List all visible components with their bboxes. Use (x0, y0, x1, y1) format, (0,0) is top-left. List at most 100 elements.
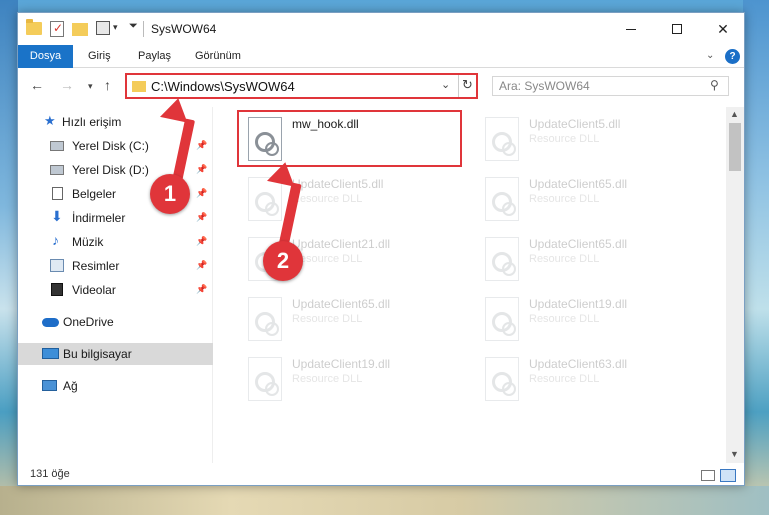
file-item[interactable]: UpdateClient65.dll Resource DLL (234, 291, 462, 351)
sidebar-item-label: Hızlı erişim (62, 115, 122, 129)
pin-icon[interactable]: 📌 (196, 140, 207, 151)
scroll-down-icon[interactable]: ▼ (730, 449, 739, 459)
sidebar-item-network[interactable]: Ağ (18, 375, 213, 397)
chevron-down-icon[interactable]: ⌄ (441, 78, 450, 91)
search-placeholder: Ara: SysWOW64 (499, 79, 590, 93)
file-description: Resource DLL (529, 313, 600, 325)
pin-icon[interactable]: 📌 (196, 260, 207, 271)
sidebar-item-music[interactable]: ♪ Müzik 📌 (18, 231, 213, 253)
file-name: UpdateClient65.dll (292, 297, 391, 311)
pin-icon[interactable]: 📌 (196, 188, 207, 199)
file-item[interactable]: UpdateClient5.dll Resource DLL (471, 111, 699, 171)
document-icon (52, 187, 63, 200)
file-name: UpdateClient65.dll (529, 237, 628, 251)
scroll-up-icon[interactable]: ▲ (730, 109, 739, 119)
film-icon (51, 283, 63, 296)
file-name: UpdateClient19.dll (529, 297, 628, 311)
folder-icon (132, 81, 146, 92)
file-item[interactable]: UpdateClient19.dll Resource DLL (471, 291, 699, 351)
file-name: UpdateClient21.dll (292, 237, 391, 251)
sidebar-item-downloads[interactable]: ⬇ İndirmeler 📌 (18, 207, 213, 229)
pin-icon[interactable]: 📌 (196, 212, 207, 223)
large-icons-view-icon[interactable] (720, 469, 736, 482)
download-icon: ⬇ (51, 208, 63, 224)
maximize-button[interactable] (654, 13, 700, 45)
pin-icon[interactable]: 📌 (196, 164, 207, 175)
search-input[interactable]: Ara: SysWOW64 ⚲ (492, 76, 729, 96)
sidebar-item-label: Müzik (72, 235, 104, 249)
sidebar-item-videos[interactable]: Videolar 📌 (18, 279, 213, 301)
sidebar-item-label: İndirmeler (72, 211, 126, 225)
ribbon-tabs: Dosya Giriş Paylaş Görünüm ⌄ ? (18, 45, 744, 68)
file-name: UpdateClient65.dll (529, 177, 628, 191)
tab-home[interactable]: Giriş (78, 45, 121, 68)
back-arrow-icon[interactable]: ← (30, 77, 44, 93)
sidebar-item-label: Yerel Disk (D:) (72, 163, 149, 177)
sidebar-item-label: Ağ (63, 379, 78, 393)
file-description: Resource DLL (529, 133, 600, 145)
dll-file-icon (248, 297, 282, 341)
file-item[interactable]: UpdateClient65.dll Resource DLL (471, 171, 699, 231)
file-name: UpdateClient5.dll (292, 177, 384, 191)
cloud-icon (42, 318, 59, 327)
pin-icon[interactable]: 📌 (196, 236, 207, 247)
sidebar-item-label: Bu bilgisayar (63, 347, 132, 361)
sidebar-item-label: Yerel Disk (C:) (72, 139, 149, 153)
pin-icon[interactable]: 📌 (196, 284, 207, 295)
file-description: Resource DLL (292, 193, 363, 205)
title-bar[interactable]: ▾ ⏷ SysWOW64 ✕ (18, 13, 744, 45)
desktop-background-right (743, 0, 769, 515)
details-view-icon[interactable] (701, 470, 715, 481)
tab-file[interactable]: Dosya (18, 45, 73, 68)
rename-icon[interactable] (96, 21, 110, 35)
step-badge-1: 1 (150, 174, 190, 214)
recent-locations-icon[interactable]: ▾ (88, 81, 93, 92)
sidebar-item-onedrive[interactable]: OneDrive (18, 311, 213, 333)
drive-icon (50, 141, 64, 151)
address-divider (458, 75, 459, 97)
sidebar-item-pictures[interactable]: Resimler 📌 (18, 255, 213, 277)
address-path[interactable]: C:\Windows\SysWOW64 (151, 79, 295, 94)
navigation-bar: ← → ▾ ↑ C:\Windows\SysWOW64 ⌄ ↻ Ara: Sys… (18, 69, 744, 103)
sidebar-item-label: OneDrive (63, 315, 114, 329)
file-item[interactable]: UpdateClient65.dll Resource DLL (471, 231, 699, 291)
desktop-background-bottom (0, 486, 769, 515)
dll-file-icon (485, 237, 519, 281)
new-folder-icon[interactable] (72, 23, 88, 36)
file-item[interactable]: UpdateClient19.dll Resource DLL (234, 351, 462, 411)
file-name: UpdateClient5.dll (529, 117, 621, 131)
tab-share[interactable]: Paylaş (128, 45, 181, 68)
properties-quick-access-icon[interactable] (50, 21, 64, 37)
file-description: Resource DLL (529, 193, 600, 205)
file-item[interactable]: UpdateClient63.dll Resource DLL (471, 351, 699, 411)
tab-view[interactable]: Görünüm (185, 45, 251, 68)
file-description: Resource DLL (529, 373, 600, 385)
file-description: Resource DLL (529, 253, 600, 265)
dll-file-icon (248, 357, 282, 401)
desktop-background-left (0, 0, 18, 515)
file-description: Resource DLL (292, 313, 363, 325)
help-icon[interactable]: ? (725, 49, 740, 64)
step-badge-2: 2 (263, 241, 303, 281)
close-icon: ✕ (717, 20, 729, 37)
close-button[interactable]: ✕ (700, 13, 744, 45)
address-bar[interactable]: C:\Windows\SysWOW64 ⌄ ↻ (125, 73, 478, 99)
refresh-icon[interactable]: ↻ (462, 77, 473, 93)
dll-file-icon (485, 357, 519, 401)
music-note-icon: ♪ (52, 232, 59, 248)
chevron-down-icon[interactable]: ▾ (113, 22, 118, 33)
expand-ribbon-icon[interactable]: ⌄ (706, 50, 714, 61)
scrollbar-thumb[interactable] (729, 123, 741, 171)
drive-icon (50, 165, 64, 175)
file-description: Resource DLL (292, 373, 363, 385)
search-icon[interactable]: ⚲ (710, 78, 719, 92)
minimize-button[interactable] (608, 13, 654, 45)
network-icon (42, 380, 57, 391)
vertical-scrollbar[interactable]: ▲ ▼ (726, 107, 744, 463)
customize-toolbar-icon[interactable]: ⏷ (129, 20, 138, 33)
title-separator (143, 21, 144, 37)
up-arrow-icon[interactable]: ↑ (104, 77, 111, 93)
sidebar-item-this-pc[interactable]: Bu bilgisayar (18, 343, 213, 365)
forward-arrow-icon[interactable]: → (60, 77, 74, 93)
folder-icon (26, 19, 42, 35)
